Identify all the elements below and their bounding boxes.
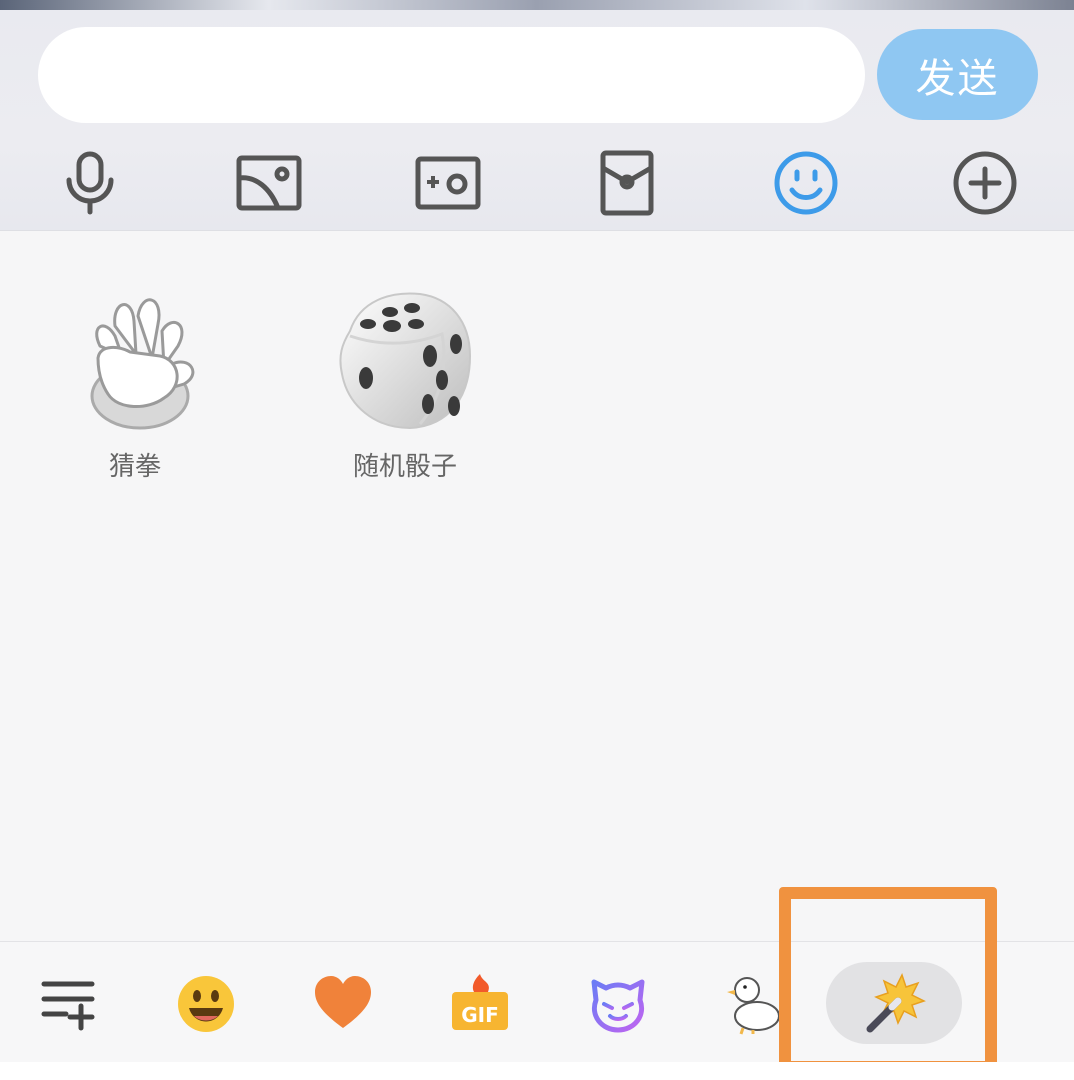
- smiley-emoji-icon[interactable]: [174, 972, 238, 1036]
- emoji-icon[interactable]: [773, 150, 839, 216]
- magic-wand-icon: [866, 973, 926, 1033]
- sticker-panel: 猜拳 随机骰子: [0, 231, 1074, 941]
- sticker-label: 随机骰子: [352, 452, 457, 482]
- image-icon[interactable]: [236, 150, 302, 216]
- svg-text:GIF: GIF: [461, 1003, 499, 1027]
- cat-face-icon[interactable]: [586, 972, 650, 1036]
- composer-area: 发送: [0, 10, 1074, 231]
- emoji-category-bar: GIF: [0, 941, 1074, 1063]
- plus-icon[interactable]: [952, 150, 1018, 216]
- send-button[interactable]: 发送: [877, 29, 1038, 120]
- sticker-random-dice[interactable]: 随机骰子: [305, 286, 505, 483]
- manage-list-icon[interactable]: [36, 972, 100, 1036]
- magic-wand-tab[interactable]: [826, 962, 962, 1044]
- sticker-rock-paper-scissors[interactable]: 猜拳: [35, 286, 235, 483]
- microphone-icon[interactable]: [57, 150, 123, 216]
- heart-icon[interactable]: [311, 972, 375, 1036]
- camera-icon[interactable]: [415, 150, 481, 216]
- dice-icon: [330, 286, 480, 436]
- hand-icon: [60, 286, 210, 436]
- message-input[interactable]: [38, 27, 865, 123]
- sticker-label: 猜拳: [108, 452, 161, 482]
- gif-icon[interactable]: GIF: [448, 972, 512, 1036]
- bottom-safe-area: [0, 1062, 1074, 1080]
- background-strip: [0, 0, 1074, 10]
- red-packet-icon[interactable]: [594, 150, 660, 216]
- duck-sticker-icon[interactable]: [723, 972, 787, 1036]
